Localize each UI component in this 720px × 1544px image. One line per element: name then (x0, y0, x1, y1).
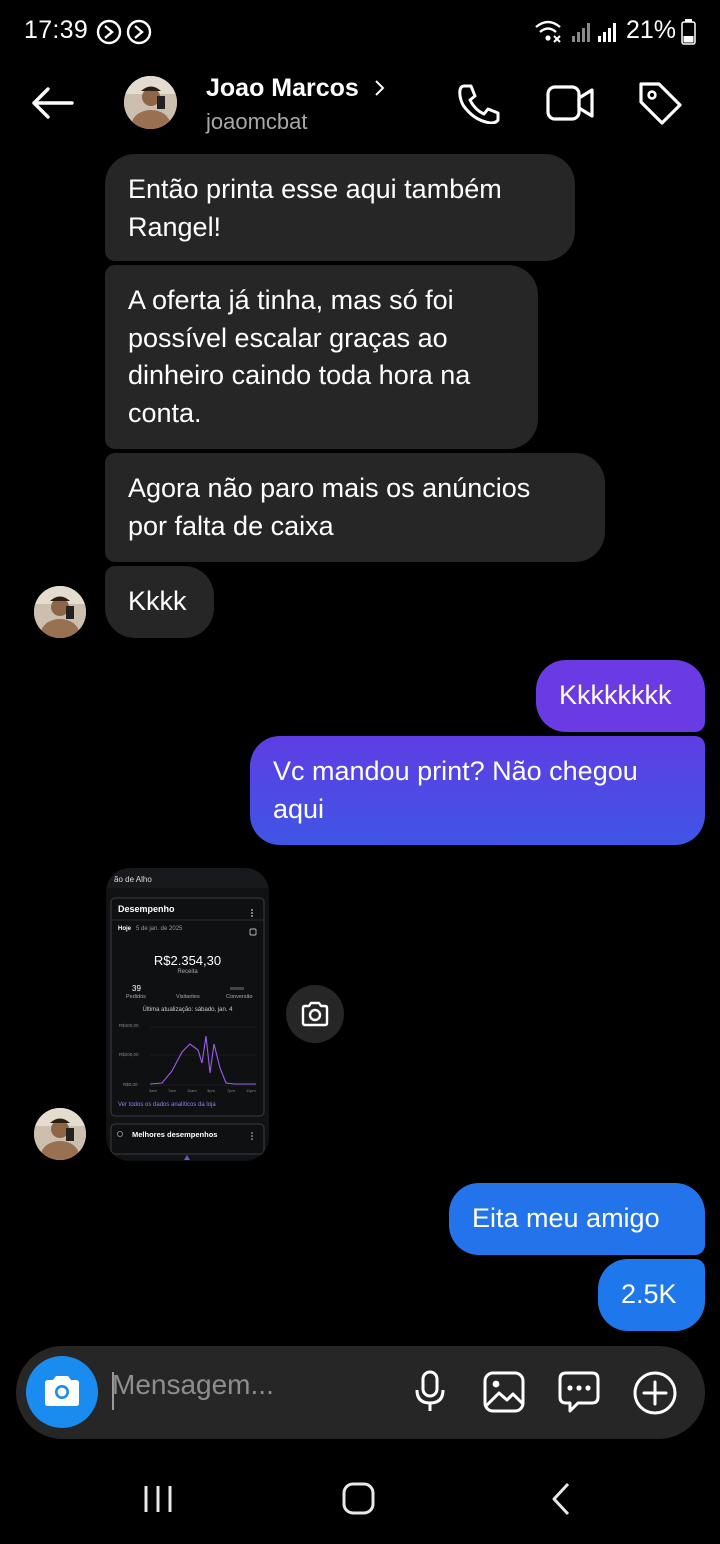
sender-avatar[interactable] (34, 586, 86, 638)
camera-icon (45, 1376, 79, 1406)
outgoing-message[interactable]: Eita meu amigo (449, 1183, 705, 1255)
battery-percent: 21% (626, 16, 677, 44)
contact-username[interactable]: joaomcbat (206, 109, 308, 135)
shot-last-update: Última atualização: sábado, jan. 4 (142, 1007, 233, 1013)
incoming-message[interactable]: Kkkk (105, 566, 214, 638)
camera-button[interactable] (26, 1356, 98, 1428)
shot-store-name: ão de Alho (114, 875, 152, 884)
incoming-message[interactable]: Então printa esse aqui também Rangel! (105, 154, 575, 261)
home-icon[interactable] (341, 1481, 377, 1517)
shot-card-title: Desempenho (118, 904, 175, 914)
shot-y-tick: R$0,00 (123, 1082, 138, 1087)
chevron-right-icon[interactable] (374, 79, 386, 97)
shot-x-tick: 7am (168, 1088, 176, 1093)
sender-avatar[interactable] (34, 1108, 86, 1160)
battery-icon (681, 19, 696, 45)
shared-screenshot[interactable]: ão de Alho Desempenho Hoje 5 de jan. de … (106, 868, 269, 1161)
shot-view-all-link: Ver todos os dados analíticos da loja (118, 1102, 216, 1108)
shot-x-tick: 11am (187, 1088, 197, 1093)
incoming-message[interactable]: Agora não paro mais os anúncios por falt… (105, 453, 605, 562)
phone-call-icon[interactable] (456, 82, 502, 124)
shot-revenue: R$2.354,30 (153, 953, 222, 968)
network-signal-icons (535, 20, 616, 43)
incoming-message[interactable]: A oferta já tinha, mas só foi possível e… (105, 265, 538, 449)
sticker-chat-icon[interactable] (557, 1370, 601, 1414)
shot-orders-label: Pedidos (126, 994, 146, 1000)
shot-date-label: Hoje (118, 926, 132, 932)
outgoing-message[interactable]: Kkkkkkkk (536, 660, 705, 732)
shot-orders-value: 39 (132, 984, 141, 993)
shot-visitors-label: Visitantes (176, 994, 200, 1000)
contact-name[interactable]: Joao Marcos (206, 74, 359, 103)
microphone-icon[interactable] (413, 1370, 447, 1414)
shot-x-tick: 11pm (246, 1088, 256, 1093)
outgoing-message[interactable]: 2.5K (598, 1259, 705, 1331)
contact-avatar[interactable] (124, 76, 177, 129)
back-arrow-icon[interactable] (30, 86, 76, 120)
shot-best-section: Melhores desempenhos (132, 1130, 218, 1139)
shot-y-tick: R$400,00 (119, 1023, 139, 1028)
nav-back-icon[interactable] (550, 1482, 572, 1516)
shot-y-tick: R$200,00 (119, 1052, 139, 1057)
outgoing-message[interactable]: Vc mandou print? Não chegou aqui (250, 736, 705, 845)
status-time: 17:39 (24, 16, 89, 44)
save-photo-button[interactable] (286, 985, 344, 1043)
shot-x-tick: 3pm (207, 1088, 215, 1093)
video-call-icon[interactable] (546, 84, 594, 122)
camera-outline-icon (301, 1001, 329, 1027)
shot-conversion-label: Conversão (226, 994, 253, 1000)
message-input[interactable]: Mensagem... (112, 1369, 274, 1401)
shot-revenue-label: Receita (177, 969, 198, 975)
recent-apps-icon[interactable] (142, 1484, 174, 1514)
gallery-icon[interactable] (483, 1371, 525, 1413)
tag-icon[interactable] (637, 80, 683, 126)
shot-x-tick: 7pm (227, 1088, 235, 1093)
media-playback-icon (96, 19, 152, 45)
add-plus-icon[interactable] (632, 1370, 678, 1416)
shot-date-value: 5 de jan. de 2025 (136, 926, 183, 932)
shot-x-tick: 3am (149, 1088, 157, 1093)
